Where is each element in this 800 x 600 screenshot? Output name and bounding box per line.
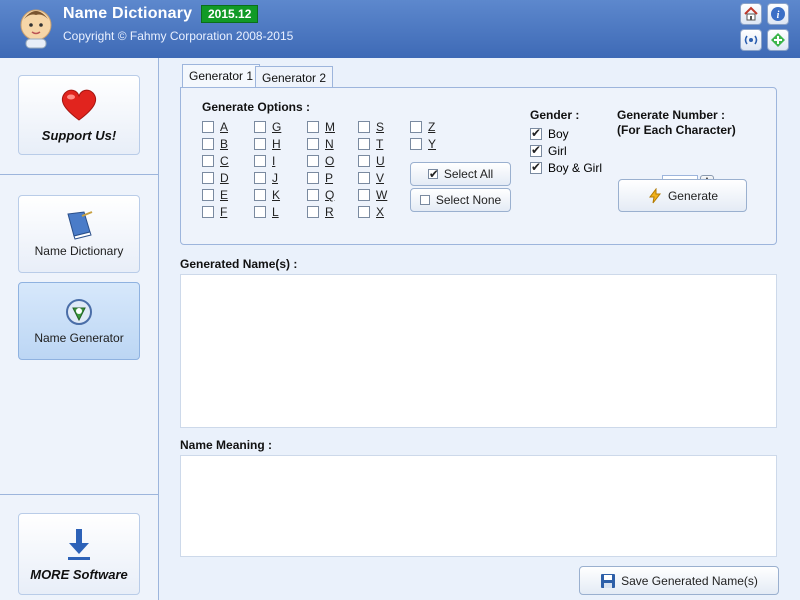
- name-dictionary-label: Name Dictionary: [34, 244, 124, 258]
- save-icon: [601, 573, 616, 588]
- letter-checkbox-m[interactable]: M: [307, 120, 335, 134]
- gender-title: Gender :: [530, 108, 580, 122]
- lightning-icon: [648, 187, 661, 203]
- letter-checkbox-u[interactable]: U: [358, 154, 385, 168]
- home-icon: [744, 6, 758, 21]
- more-software-button[interactable]: MORE Software: [18, 513, 140, 595]
- letter-checkbox-a[interactable]: A: [202, 120, 228, 134]
- letter-checkbox-t[interactable]: T: [358, 137, 383, 151]
- book-icon: [67, 211, 93, 240]
- letter-checkbox-y[interactable]: Y: [410, 137, 436, 151]
- letter-checkbox-g[interactable]: G: [254, 120, 281, 134]
- letter-checkbox-z[interactable]: Z: [410, 120, 435, 134]
- letter-checkbox-r[interactable]: R: [307, 205, 334, 219]
- select-all-button[interactable]: Select All: [410, 162, 511, 186]
- letter-checkbox-i[interactable]: I: [254, 154, 275, 168]
- generator-icon: [66, 299, 92, 325]
- letter-checkbox-l[interactable]: L: [254, 205, 279, 219]
- letter-checkbox-x[interactable]: X: [358, 205, 384, 219]
- checkbox-icon: [427, 167, 439, 181]
- generate-label: Generate: [667, 188, 719, 203]
- update-button[interactable]: [740, 29, 762, 51]
- letter-checkbox-d[interactable]: D: [202, 171, 229, 185]
- sidebar-item-name-generator[interactable]: Name Generator: [18, 282, 140, 360]
- name-meaning-text[interactable]: [180, 455, 777, 557]
- heart-icon: [61, 89, 97, 121]
- generated-names-label: Generated Name(s) :: [180, 257, 298, 271]
- gender-girl-checkbox[interactable]: Girl: [530, 143, 567, 158]
- update-icon: [744, 35, 758, 45]
- letter-checkbox-b[interactable]: B: [202, 137, 228, 151]
- name-generator-label: Name Generator: [34, 331, 124, 345]
- version-badge: 2015.12: [201, 5, 259, 23]
- letter-checkbox-e[interactable]: E: [202, 188, 228, 202]
- sidebar-item-name-dictionary[interactable]: Name Dictionary: [18, 195, 140, 273]
- support-us-button[interactable]: Support Us!: [18, 75, 140, 155]
- download-icon: [68, 528, 90, 560]
- copyright-text: Copyright © Fahmy Corporation 2008-2015: [63, 29, 294, 43]
- save-generated-names-button[interactable]: Save Generated Name(s): [579, 566, 779, 595]
- letter-checkbox-o[interactable]: O: [307, 154, 334, 168]
- home-button[interactable]: [740, 3, 762, 25]
- generate-options-title: Generate Options :: [202, 100, 311, 114]
- add-icon: [771, 33, 785, 47]
- about-button[interactable]: i: [767, 3, 789, 25]
- select-none-button[interactable]: Select None: [410, 188, 511, 212]
- svg-text:i: i: [777, 10, 780, 21]
- save-label: Save Generated Name(s): [621, 573, 758, 588]
- letter-checkbox-h[interactable]: H: [254, 137, 281, 151]
- tab-generator-1[interactable]: Generator 1: [182, 64, 261, 88]
- title-bar: Name Dictionary 2015.12 Copyright © Fahm…: [0, 0, 800, 58]
- app-title: Name Dictionary: [63, 5, 193, 22]
- gender-boy-girl-checkbox[interactable]: Boy & Girl: [530, 160, 602, 175]
- sidebar-divider: [0, 494, 158, 495]
- tab-generator-2[interactable]: Generator 2: [255, 66, 334, 88]
- letter-checkbox-f[interactable]: F: [202, 205, 227, 219]
- more-software-label: MORE Software: [30, 566, 128, 582]
- letter-checkbox-n[interactable]: N: [307, 137, 334, 151]
- support-us-label: Support Us!: [41, 127, 117, 143]
- letter-checkbox-v[interactable]: V: [358, 171, 384, 185]
- info-icon: i: [771, 7, 785, 21]
- letter-checkbox-c[interactable]: C: [202, 154, 229, 168]
- letter-checkbox-j[interactable]: J: [254, 171, 278, 185]
- generate-number-title: Generate Number :: [617, 108, 726, 122]
- name-meaning-label: Name Meaning :: [180, 438, 273, 452]
- sidebar: Support Us! Name Dictionary Name Generat…: [0, 58, 159, 600]
- main-panel: Generator 1 Generator 2 Generate Options…: [159, 58, 800, 600]
- sidebar-divider: [0, 174, 158, 175]
- letter-checkbox-k[interactable]: K: [254, 188, 280, 202]
- select-none-label: Select None: [435, 193, 502, 207]
- add-button[interactable]: [767, 29, 789, 51]
- select-all-label: Select All: [443, 167, 494, 181]
- generate-number-subtitle: (For Each Character): [617, 123, 736, 137]
- generator-tab-panel: Generate Options : A B C D E F G H I J K…: [180, 87, 777, 245]
- baby-face-icon: [20, 9, 52, 49]
- generate-button[interactable]: Generate: [618, 179, 747, 212]
- letter-checkbox-q[interactable]: Q: [307, 188, 334, 202]
- gender-boy-checkbox[interactable]: Boy: [530, 126, 569, 141]
- generated-names-list[interactable]: [180, 274, 777, 428]
- letter-checkbox-w[interactable]: W: [358, 188, 387, 202]
- checkbox-icon: [419, 195, 430, 205]
- letter-checkbox-p[interactable]: P: [307, 171, 333, 185]
- letter-checkbox-s[interactable]: S: [358, 120, 384, 134]
